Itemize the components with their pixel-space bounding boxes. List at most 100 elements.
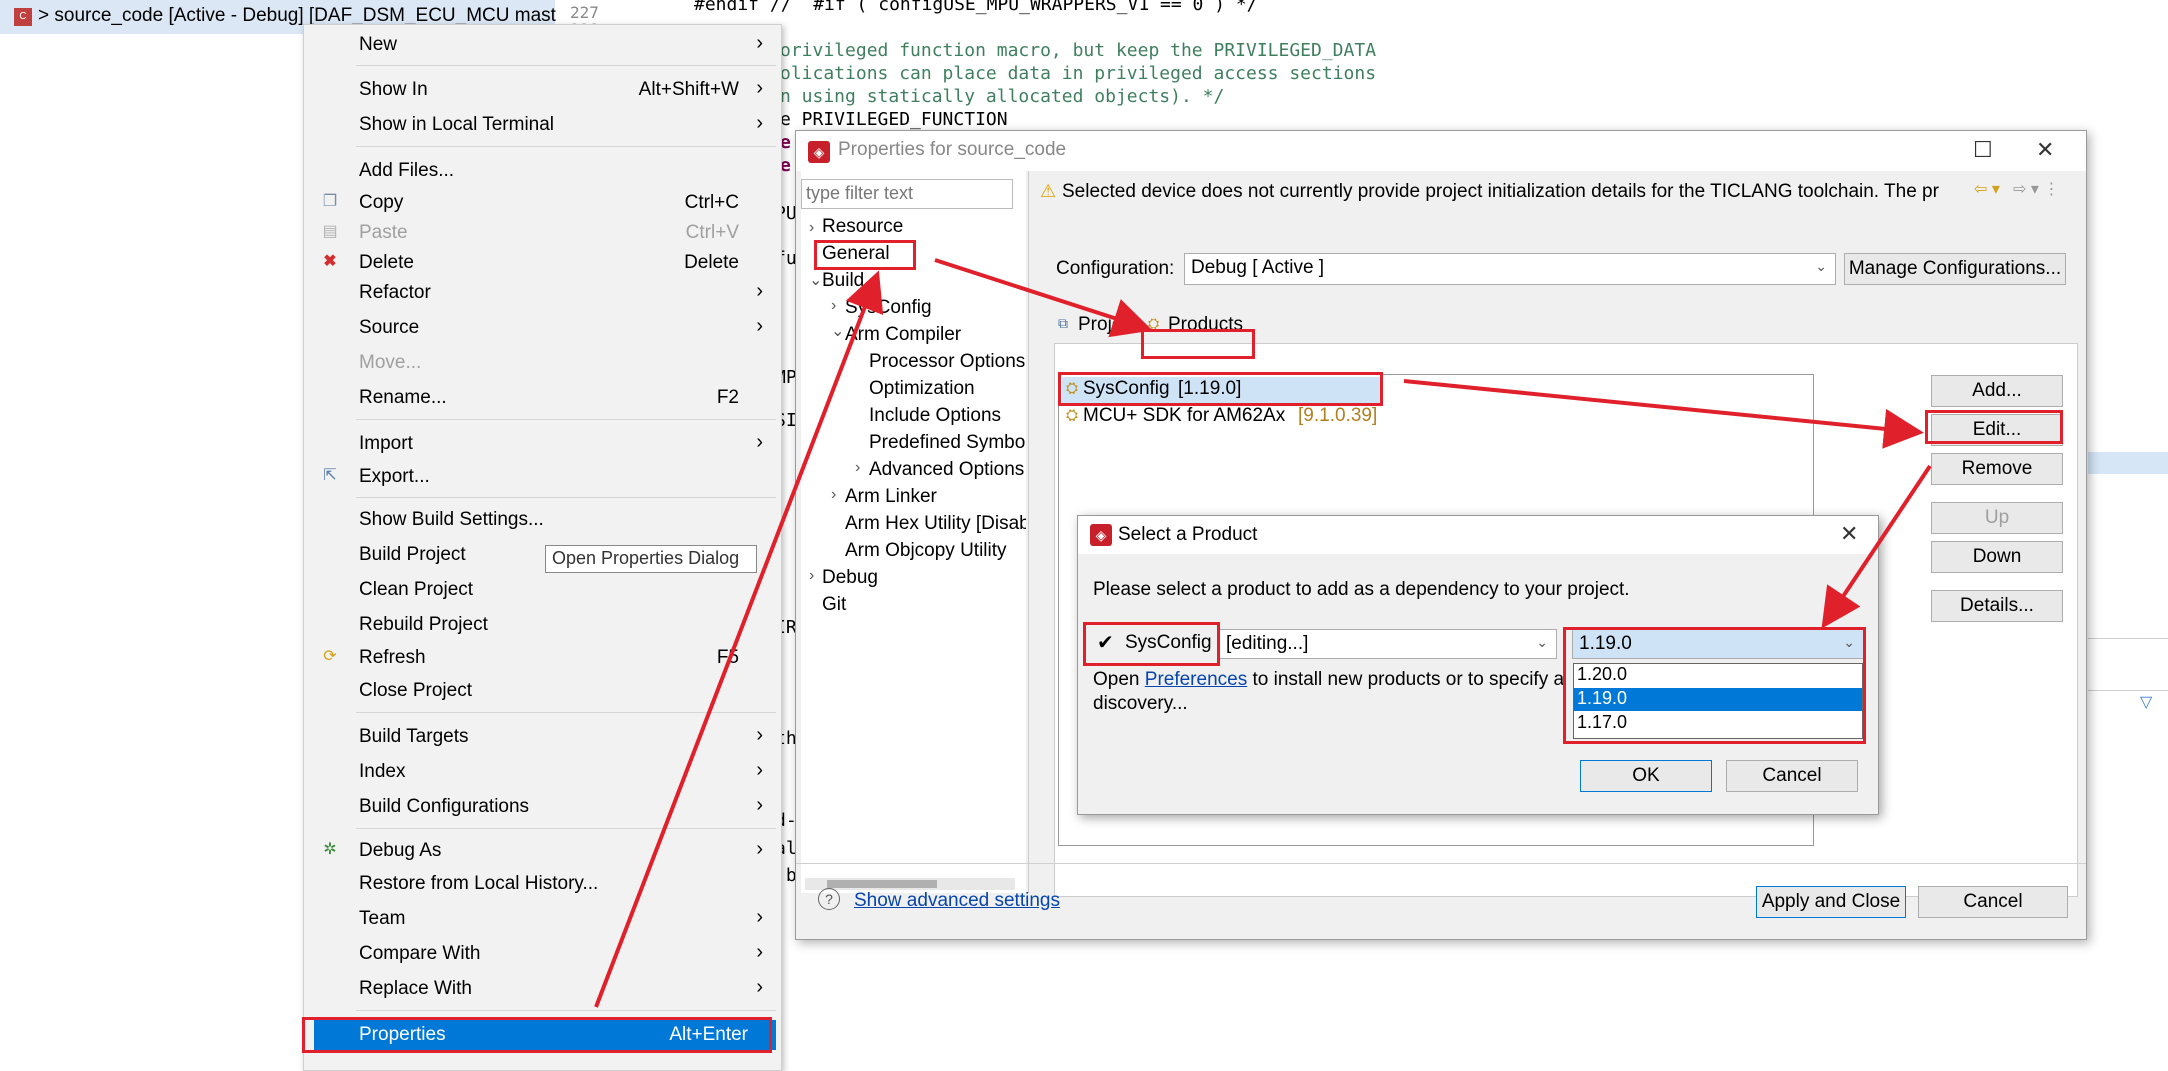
tree-debug[interactable]: Debug [822, 567, 878, 589]
menu-item-export[interactable]: ⇱ Export... [304, 462, 781, 492]
show-advanced-settings-link[interactable]: Show advanced settings [854, 890, 1060, 912]
chevron-right-icon: › [756, 77, 763, 99]
scrollbar-thumb[interactable] [827, 880, 937, 888]
filter-icon[interactable]: ▽ [2140, 692, 2152, 712]
down-button[interactable]: Down [1931, 541, 2063, 573]
chevron-right-icon[interactable]: › [809, 219, 814, 237]
manage-configurations-button[interactable]: Manage Configurations... [1844, 253, 2066, 285]
chevron-down-icon: ⌄ [1815, 258, 1827, 274]
tree-arm-objcopy-utility[interactable]: Arm Objcopy Utility [845, 540, 1007, 562]
tree-build[interactable]: Build [822, 270, 864, 292]
menu-item-show-in[interactable]: Show In Alt+Shift+W › [304, 75, 781, 105]
tree-resource[interactable]: Resource [822, 216, 903, 238]
product-select[interactable]: [editing...] ⌄ [1219, 629, 1557, 659]
menu-item-delete[interactable]: ✖ Delete Delete [304, 248, 781, 278]
tree-sysconfig[interactable]: SysConfig [845, 297, 932, 319]
menu-item-build-configurations[interactable]: Build Configurations › [304, 792, 781, 822]
chevron-right-icon: › [756, 112, 763, 134]
details-button[interactable]: Details... [1931, 590, 2063, 622]
chevron-right-icon: › [756, 794, 763, 816]
divider [2088, 690, 2168, 691]
nav-back-icon[interactable]: ⇦ ▾ [1974, 179, 2000, 199]
chevron-right-icon[interactable]: › [831, 486, 836, 504]
help-icon[interactable]: ? [818, 888, 840, 910]
menu-item-source[interactable]: Source › [304, 313, 781, 343]
chevron-down-icon[interactable]: ⌄ [809, 270, 822, 290]
tree-arm-linker[interactable]: Arm Linker [845, 486, 937, 508]
tree-processor-options[interactable]: Processor Options [869, 351, 1025, 373]
menu-item-index[interactable]: Index › [304, 757, 781, 787]
menu-separator [356, 419, 776, 420]
horizontal-scrollbar[interactable] [805, 878, 1015, 890]
menu-item-build-targets[interactable]: Build Targets › [304, 722, 781, 752]
tree-arm-compiler[interactable]: Arm Compiler [845, 324, 961, 346]
nav-forward-icon[interactable]: ⇨ ▾ ⋮ [2013, 179, 2059, 199]
project-icon: C [14, 8, 32, 26]
product-icon: ⛭ [1066, 407, 1079, 424]
add-button[interactable]: Add... [1931, 375, 2063, 407]
pane-splitter[interactable] [1028, 171, 1029, 893]
maximize-icon[interactable]: ☐ [1973, 137, 1993, 163]
menu-separator [356, 65, 776, 66]
menu-item-show-in-local-terminal[interactable]: Show in Local Terminal › [304, 110, 781, 140]
chevron-right-icon: › [756, 838, 763, 860]
menu-item-move[interactable]: Move... [304, 348, 781, 378]
menu-item-refactor[interactable]: Refactor › [304, 278, 781, 308]
tree-arm-hex-utility[interactable]: Arm Hex Utility [Disabled] [845, 513, 1026, 535]
cancel-button[interactable]: Cancel [1918, 886, 2068, 918]
configuration-select[interactable]: Debug [ Active ] ⌄ [1184, 253, 1836, 285]
dialog-prompt: Please select a product to add as a depe… [1093, 579, 1630, 600]
refresh-icon: ⟳ [323, 648, 337, 665]
menu-item-debug-as[interactable]: ✲ Debug As › [304, 836, 781, 866]
menu-item-close-project[interactable]: Close Project [304, 676, 781, 706]
menu-item-rebuild-project[interactable]: Rebuild Project [304, 610, 781, 640]
chevron-right-icon: › [756, 280, 763, 302]
chevron-right-icon[interactable]: › [855, 459, 860, 477]
highlight-products-tab [1141, 329, 1255, 359]
menu-item-restore-local-history[interactable]: Restore from Local History... [304, 869, 781, 899]
tree-predefined-symbols[interactable]: Predefined Symbols [869, 432, 1026, 454]
menu-item-show-build-settings[interactable]: Show Build Settings... [304, 505, 781, 535]
menu-item-refresh[interactable]: ⟳ Refresh F5 [304, 643, 781, 673]
ok-button[interactable]: OK [1580, 760, 1712, 792]
dialog-title: Properties for source_code [838, 139, 1067, 160]
help-text: Open Preferences to install new products… [1093, 669, 1565, 690]
close-icon[interactable]: ✕ [1840, 521, 1858, 547]
chevron-right-icon[interactable]: › [809, 567, 814, 585]
cancel-button[interactable]: Cancel [1726, 760, 1858, 792]
menu-item-new[interactable]: New › [304, 30, 781, 60]
preferences-link[interactable]: Preferences [1145, 669, 1247, 690]
menu-item-rename[interactable]: Rename... F2 [304, 383, 781, 413]
project-tab-icon: ⧉ [1058, 315, 1068, 331]
menu-item-add-files[interactable]: Add Files... [304, 156, 781, 186]
menu-item-paste[interactable]: ▤ Paste Ctrl+V [304, 218, 781, 248]
code-line: olications can place data in privileged … [780, 63, 1377, 84]
menu-item-compare-with[interactable]: Compare With › [304, 939, 781, 969]
menu-item-import[interactable]: Import › [304, 429, 781, 459]
menu-separator [356, 712, 776, 713]
tree-advanced-options[interactable]: Advanced Options [869, 459, 1024, 481]
help-text-line2: discovery... [1093, 693, 1188, 714]
dialog-titlebar: ◈ Properties for source_code ☐ ✕ [796, 131, 2086, 171]
warning-text: Selected device does not currently provi… [1062, 181, 1939, 202]
tree-git[interactable]: Git [822, 594, 846, 616]
up-button[interactable]: Up [1931, 502, 2063, 534]
tab-project[interactable]: ⧉ Project [1058, 311, 1150, 341]
close-icon[interactable]: ✕ [2036, 137, 2054, 163]
highlight-sysconfig-product [1058, 372, 1383, 406]
menu-item-copy[interactable]: ❐ Copy Ctrl+C [304, 188, 781, 218]
menu-item-clean-project[interactable]: Clean Project [304, 575, 781, 605]
product-version: [9.1.0.39] [1298, 405, 1378, 426]
dialog-titlebar: ◈ Select a Product ✕ [1078, 516, 1878, 554]
delete-icon: ✖ [323, 253, 337, 270]
apply-and-close-button[interactable]: Apply and Close [1756, 886, 1906, 918]
menu-item-replace-with[interactable]: Replace With › [304, 974, 781, 1004]
chevron-down-icon[interactable]: ⌄ [831, 321, 844, 341]
remove-button[interactable]: Remove [1931, 453, 2063, 485]
menu-item-team[interactable]: Team › [304, 904, 781, 934]
chevron-right-icon[interactable]: › [831, 297, 836, 315]
menu-separator [356, 146, 776, 147]
tree-include-options[interactable]: Include Options [869, 405, 1001, 427]
filter-input[interactable]: type filter text [801, 179, 1013, 209]
tree-optimization[interactable]: Optimization [869, 378, 975, 400]
